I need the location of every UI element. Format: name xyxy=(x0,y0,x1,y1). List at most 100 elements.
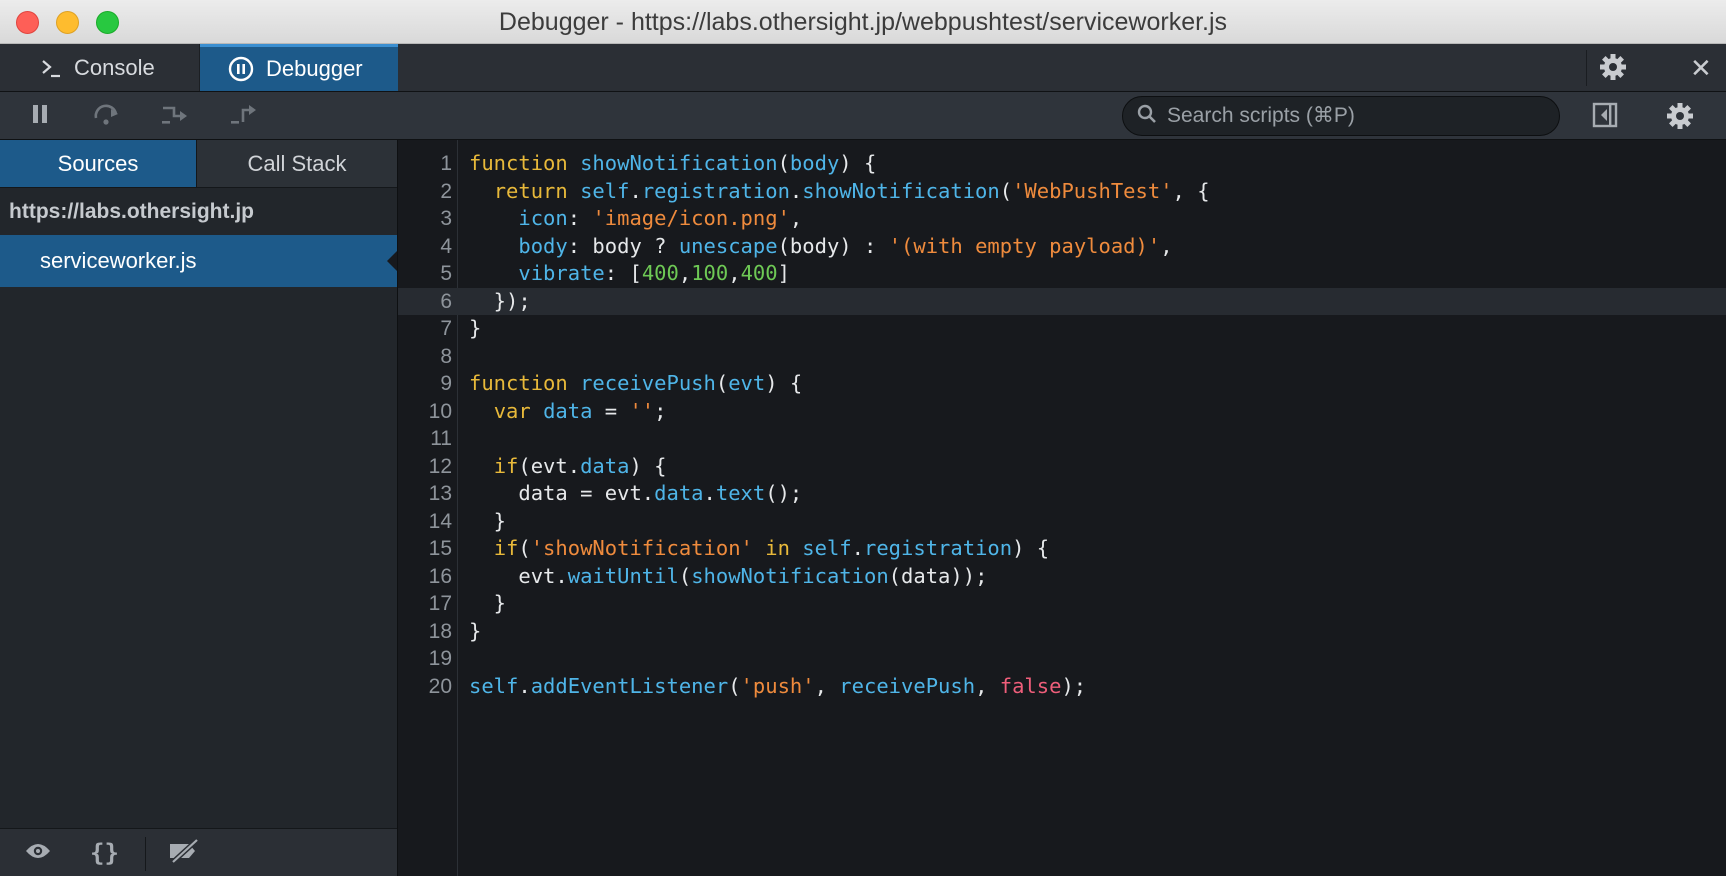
pretty-print-button[interactable]: {} xyxy=(90,839,119,867)
step-out-button[interactable] xyxy=(228,102,260,130)
line-number[interactable]: 5 xyxy=(398,260,452,288)
code-token: body xyxy=(789,151,840,175)
line-number[interactable]: 16 xyxy=(398,563,452,591)
code-line[interactable]: 17 } xyxy=(398,590,1726,618)
code-line[interactable]: 5 vibrate: [400,100,400] xyxy=(398,260,1726,288)
code-token: var xyxy=(493,398,531,423)
code-line[interactable]: 13 data = evt.data.text(); xyxy=(398,480,1726,508)
pause-button[interactable] xyxy=(24,102,56,130)
code-token: , { xyxy=(1172,178,1210,203)
code-line[interactable]: 7} xyxy=(398,315,1726,343)
code-token: data xyxy=(580,453,630,478)
tab-console-label: Console xyxy=(74,54,155,80)
code-token: ( xyxy=(728,673,741,698)
search-scripts-field[interactable] xyxy=(1122,96,1560,136)
step-over-button[interactable] xyxy=(91,102,123,130)
close-icon[interactable]: ✕ xyxy=(1690,53,1712,84)
line-number[interactable]: 13 xyxy=(398,480,452,508)
code-token: data xyxy=(654,481,704,505)
tab-debugger[interactable]: Debugger xyxy=(200,44,398,91)
code-line[interactable]: 10 var data = ''; xyxy=(398,398,1726,426)
line-number[interactable]: 11 xyxy=(398,425,452,453)
code-line[interactable]: 1 function showNotification(body) { xyxy=(398,150,1726,178)
code-token: function xyxy=(469,151,568,175)
step-into-button[interactable] xyxy=(159,102,191,130)
line-number[interactable]: 9 xyxy=(398,370,452,398)
code-line[interactable]: 6 }); xyxy=(398,287,1726,316)
line-number[interactable]: 4 xyxy=(398,233,452,261)
console-prompt-icon xyxy=(40,57,62,79)
source-host[interactable]: https://labs.othersight.jp xyxy=(9,200,254,224)
code-token: in xyxy=(765,536,790,560)
code-token: }); xyxy=(469,288,531,313)
code-editor[interactable]: 1 function showNotification(body) {2 retu… xyxy=(398,140,1726,876)
code-token: showNotification xyxy=(802,178,1000,203)
source-file-item[interactable]: serviceworker.js xyxy=(0,235,397,287)
code-token: . xyxy=(518,673,531,698)
line-number[interactable]: 6 xyxy=(398,288,452,316)
code-line[interactable]: 11 xyxy=(398,425,1726,453)
line-source: if(evt.data) { xyxy=(469,453,667,481)
line-number[interactable]: 18 xyxy=(398,618,452,646)
step-into-icon xyxy=(160,102,190,131)
code-token: self xyxy=(580,178,630,203)
line-number[interactable]: 10 xyxy=(398,398,452,426)
line-number[interactable]: 2 xyxy=(398,178,452,206)
code-token: self xyxy=(802,536,852,560)
settings-gear-icon[interactable] xyxy=(1665,101,1695,136)
code-line[interactable]: 9 function receivePush(evt) { xyxy=(398,370,1726,398)
code-token: return xyxy=(493,178,568,203)
code-token: 400 xyxy=(641,261,679,285)
line-number[interactable]: 14 xyxy=(398,508,452,536)
line-number[interactable]: 1 xyxy=(398,150,452,178)
tab-sources[interactable]: Sources xyxy=(0,140,197,187)
code-line[interactable]: 12 if(evt.data) { xyxy=(398,453,1726,481)
code-token: evt xyxy=(728,371,766,395)
code-line[interactable]: 8 xyxy=(398,343,1726,371)
code-token: 'image/icon.png' xyxy=(592,206,790,230)
code-line[interactable]: 2 return self.registration.showNotificat… xyxy=(398,178,1726,206)
line-number[interactable]: 3 xyxy=(398,205,452,233)
line-number[interactable]: 19 xyxy=(398,645,452,673)
line-number[interactable]: 8 xyxy=(398,343,452,371)
code-line[interactable]: 3 icon: 'image/icon.png', xyxy=(398,205,1726,233)
tab-console[interactable]: Console xyxy=(0,44,200,91)
code-line[interactable]: 16 evt.waitUntil(showNotification(data))… xyxy=(398,563,1726,591)
code-line[interactable]: 18} xyxy=(398,618,1726,646)
code-token: , xyxy=(789,206,803,230)
code-token: } xyxy=(469,618,482,643)
tab-call-stack[interactable]: Call Stack xyxy=(197,140,397,187)
code-token: . xyxy=(703,481,716,505)
code-token: ; xyxy=(654,398,667,423)
code-line[interactable]: 20 self.addEventListener('push', receiveP… xyxy=(398,673,1726,701)
line-number[interactable]: 17 xyxy=(398,590,452,618)
sources-sidebar: Sources Call Stack https://labs.othersig… xyxy=(0,140,398,876)
line-source: } xyxy=(469,590,506,618)
watch-expressions-button[interactable] xyxy=(24,839,52,867)
toggle-breakpoints-button[interactable] xyxy=(167,837,201,867)
code-lines: 1 function showNotification(body) {2 retu… xyxy=(398,150,1726,700)
toggle-panel-icon[interactable] xyxy=(1592,102,1620,133)
sidebar-bottom-divider xyxy=(145,837,146,871)
code-line[interactable]: 19 xyxy=(398,645,1726,673)
line-number[interactable]: 20 xyxy=(398,673,452,701)
line-number[interactable]: 12 xyxy=(398,453,452,481)
code-token: vibrate xyxy=(518,261,605,285)
code-line[interactable]: 14 } xyxy=(398,508,1726,536)
tab-bar: Console Debugger ✕ xyxy=(0,44,1726,92)
line-number[interactable]: 15 xyxy=(398,535,452,563)
gear-icon[interactable] xyxy=(1598,52,1628,87)
line-source: function showNotification(body) { xyxy=(469,150,876,178)
search-input[interactable] xyxy=(1165,103,1549,129)
line-source: } xyxy=(469,618,481,646)
code-token: ( xyxy=(999,178,1013,203)
code-token: '' xyxy=(629,398,655,423)
line-number[interactable]: 7 xyxy=(398,315,452,343)
code-line[interactable]: 15 if('showNotification' in self.registr… xyxy=(398,535,1726,563)
code-line[interactable]: 4 body: body ? unescape(body) : '(with e… xyxy=(398,233,1726,261)
code-token: . xyxy=(629,178,642,203)
